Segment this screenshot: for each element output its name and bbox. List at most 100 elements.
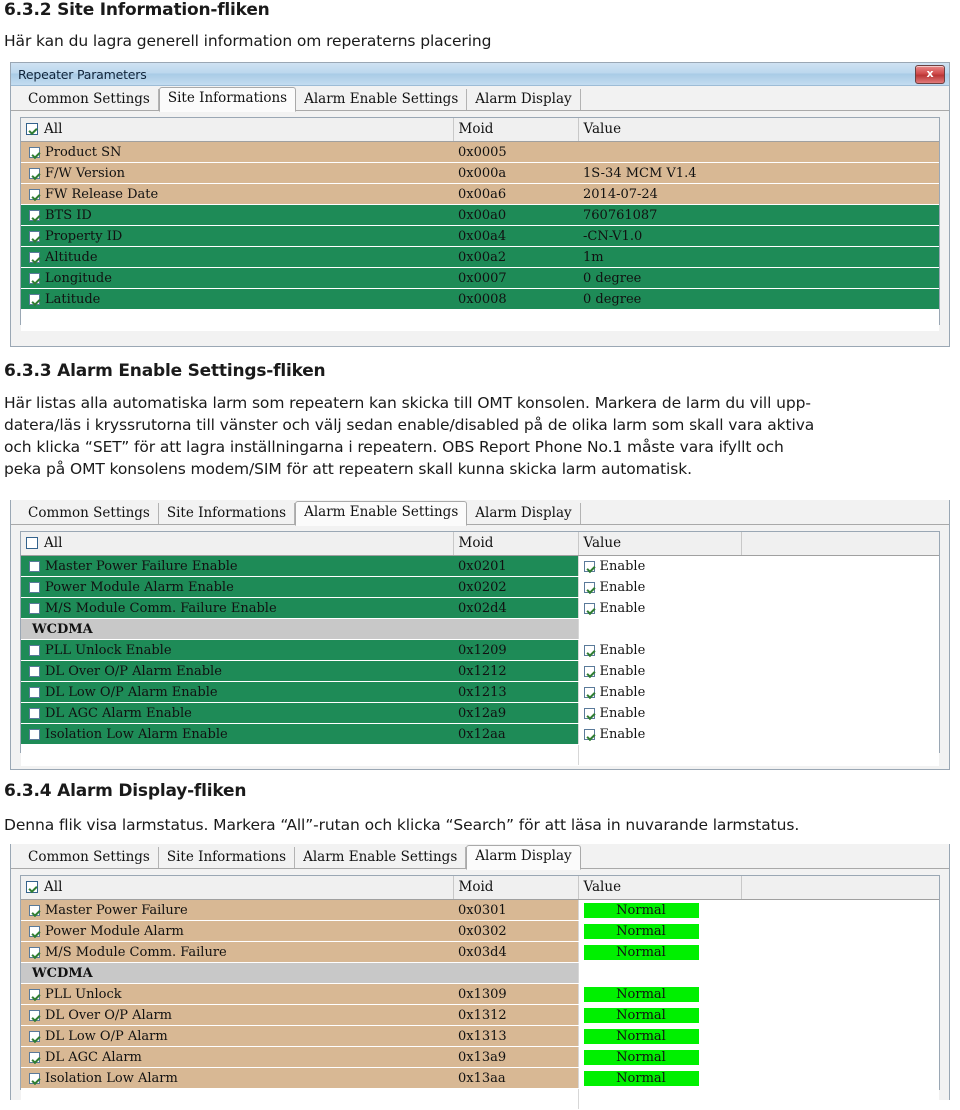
row-value-cell[interactable]: -CN-V1.0 [578, 225, 939, 247]
value-checkbox[interactable] [583, 602, 595, 614]
table-row[interactable]: Isolation Low Alarm 0x13aa Normal [21, 1067, 939, 1089]
table-row[interactable]: Master Power Failure Enable 0x0201 Enable [21, 555, 939, 577]
row-name-cell[interactable]: Latitude [21, 288, 453, 310]
row-checkbox[interactable] [29, 946, 40, 958]
row-name-cell[interactable]: Master Power Failure Enable [21, 555, 453, 577]
row-checkbox[interactable] [29, 665, 40, 677]
row-name-cell[interactable]: DL AGC Alarm [21, 1046, 453, 1068]
row-value-cell[interactable]: Enable [577, 597, 741, 619]
close-icon[interactable]: x [915, 65, 945, 84]
row-checkbox[interactable] [29, 644, 40, 656]
table-row[interactable]: Latitude 0x0008 0 degree [21, 288, 939, 310]
tab-alarm-enable-settings[interactable]: Alarm Enable Settings [295, 847, 467, 869]
table-row[interactable]: DL AGC Alarm Enable 0x12a9 Enable [21, 702, 939, 724]
value-checkbox[interactable] [583, 644, 595, 656]
table-row[interactable]: Power Module Alarm Enable 0x0202 Enable [21, 576, 939, 598]
table-row[interactable]: Altitude 0x00a2 1m [21, 246, 939, 268]
column-header-all[interactable]: All [21, 118, 454, 142]
row-checkbox[interactable] [29, 560, 40, 572]
tab-common-settings[interactable]: Common Settings [20, 503, 159, 525]
row-name-cell[interactable]: DL Over O/P Alarm Enable [21, 660, 453, 682]
column-header-moid[interactable]: Moid [453, 532, 579, 556]
value-checkbox[interactable] [583, 728, 595, 740]
table-row[interactable]: DL Over O/P Alarm Enable 0x1212 Enable [21, 660, 939, 682]
row-name-cell[interactable]: DL Low O/P Alarm [21, 1025, 453, 1047]
row-value-cell[interactable]: 2014-07-24 [578, 183, 939, 205]
row-checkbox[interactable] [29, 904, 40, 916]
row-name-cell[interactable]: M/S Module Comm. Failure Enable [21, 597, 453, 619]
row-checkbox[interactable] [29, 728, 40, 740]
row-value-cell[interactable]: Normal [577, 920, 741, 942]
table-row[interactable]: DL Over O/P Alarm 0x1312 Normal [21, 1004, 939, 1026]
table-row[interactable]: Master Power Failure 0x0301 Normal [21, 899, 939, 921]
row-name-cell[interactable]: Isolation Low Alarm Enable [21, 723, 453, 745]
row-name-cell[interactable]: DL AGC Alarm Enable [21, 702, 453, 724]
table-group-row[interactable]: WCDMA [21, 962, 939, 984]
table-group-row[interactable]: WCDMA [21, 618, 939, 640]
select-all-checkbox[interactable] [26, 123, 38, 135]
tab-site-informations[interactable]: Site Informations [158, 847, 296, 869]
row-value-cell[interactable]: Normal [577, 899, 741, 921]
tab-common-settings[interactable]: Common Settings [20, 847, 159, 869]
column-header-all[interactable]: All [21, 532, 454, 556]
value-checkbox[interactable] [583, 686, 595, 698]
row-value-cell[interactable]: Enable [577, 702, 741, 724]
row-name-cell[interactable]: Property ID [21, 225, 453, 247]
row-checkbox[interactable] [29, 1030, 40, 1042]
table-row[interactable]: FW Release Date 0x00a6 2014-07-24 [21, 183, 939, 205]
table-row[interactable]: M/S Module Comm. Failure Enable 0x02d4 Ena… [21, 597, 939, 619]
column-header-moid[interactable]: Moid [453, 118, 579, 142]
row-value-cell[interactable] [577, 962, 741, 984]
row-name-cell[interactable]: FW Release Date [21, 183, 453, 205]
row-value-cell[interactable]: Enable [577, 555, 741, 577]
row-value-cell[interactable]: Enable [577, 723, 741, 745]
row-checkbox[interactable] [29, 602, 40, 614]
column-header-value[interactable]: Value [578, 532, 742, 556]
row-name-cell[interactable]: Power Module Alarm [21, 920, 453, 942]
row-value-cell[interactable]: 1m [578, 246, 939, 268]
column-header-moid[interactable]: Moid [453, 876, 579, 900]
row-name-cell[interactable]: DL Low O/P Alarm Enable [21, 681, 453, 703]
select-all-checkbox[interactable] [26, 537, 38, 549]
column-header-all[interactable]: All [21, 876, 454, 900]
row-value-cell[interactable]: Enable [577, 576, 741, 598]
row-name-cell[interactable]: DL Over O/P Alarm [21, 1004, 453, 1026]
table-row[interactable]: DL AGC Alarm 0x13a9 Normal [21, 1046, 939, 1068]
table-row[interactable]: DL Low O/P Alarm 0x1313 Normal [21, 1025, 939, 1047]
select-all-checkbox[interactable] [26, 881, 38, 893]
row-checkbox[interactable] [29, 1009, 40, 1021]
row-name-cell[interactable]: Altitude [21, 246, 453, 268]
row-value-cell[interactable]: 0 degree [578, 267, 939, 289]
tab-alarm-display[interactable]: Alarm Display [467, 503, 581, 525]
row-checkbox[interactable] [29, 293, 40, 305]
value-checkbox[interactable] [583, 665, 595, 677]
tab-common-settings[interactable]: Common Settings [20, 89, 159, 111]
alarm-display-window[interactable]: Common Settings Site Informations Alarm En… [10, 844, 950, 1110]
row-name-cell[interactable]: WCDMA [21, 962, 453, 984]
row-name-cell[interactable]: Master Power Failure [21, 899, 453, 921]
row-checkbox[interactable] [29, 230, 40, 242]
row-name-cell[interactable]: PLL Unlock [21, 983, 453, 1005]
parameters-grid[interactable]: All Moid Value Master Power Failure Enable 0… [20, 531, 940, 766]
table-row[interactable]: Longitude 0x0007 0 degree [21, 267, 939, 289]
table-row[interactable]: BTS ID 0x00a0 760761087 [21, 204, 939, 226]
row-value-cell[interactable]: Normal [577, 941, 741, 963]
row-checkbox[interactable] [29, 581, 40, 593]
row-value-cell[interactable]: Normal [577, 1067, 741, 1089]
tab-alarm-enable-settings[interactable]: Alarm Enable Settings [295, 501, 468, 526]
row-checkbox[interactable] [29, 188, 40, 200]
row-value-cell[interactable]: 0 degree [578, 288, 939, 310]
value-checkbox[interactable] [583, 560, 595, 572]
row-checkbox[interactable] [29, 272, 40, 284]
row-checkbox[interactable] [29, 146, 40, 158]
row-value-cell[interactable]: Normal [577, 983, 741, 1005]
row-name-cell[interactable]: WCDMA [21, 618, 453, 640]
table-row[interactable]: Property ID 0x00a4 -CN-V1.0 [21, 225, 939, 247]
row-name-cell[interactable]: PLL Unlock Enable [21, 639, 453, 661]
tab-site-informations[interactable]: Site Informations [158, 87, 297, 112]
repeater-parameters-window[interactable]: Repeater Parameters x Common Settings Sit… [10, 62, 950, 347]
table-row[interactable]: PLL Unlock 0x1309 Normal [21, 983, 939, 1005]
row-value-cell[interactable]: 760761087 [578, 204, 939, 226]
column-header-value[interactable]: Value [578, 118, 939, 142]
row-checkbox[interactable] [29, 988, 40, 1000]
